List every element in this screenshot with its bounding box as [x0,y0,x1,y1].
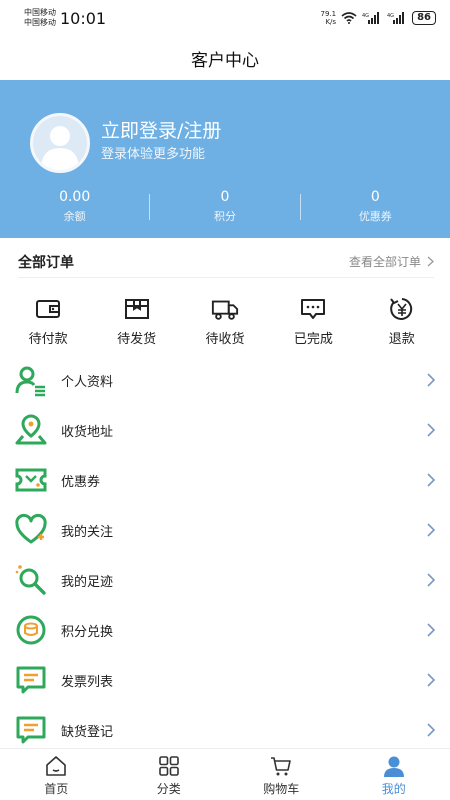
order-pending-receipt[interactable]: 待收货 [185,296,265,348]
tab-label: 分类 [156,782,181,796]
menu-item-points-exchange[interactable]: 积分兑换 [0,605,450,655]
page-title-bar: 客户中心 [0,36,450,80]
orders-header: 全部订单 查看全部订单 [18,248,434,278]
account-stats: 0.00 余额 0 积分 0 优惠券 [0,188,450,228]
menu-label: 个人资料 [61,374,114,390]
signal-icon-2: 4G [387,12,405,24]
heart-icon [15,513,47,544]
menu-label: 发票列表 [61,674,114,690]
tab-label: 我的 [381,782,406,796]
menu-item-footprints[interactable]: 我的足迹 [0,555,450,605]
menu-item-coupons[interactable]: 优惠券 [0,455,450,505]
chevron-right-icon [427,573,436,587]
location-icon [15,414,47,445]
chevron-right-icon [427,723,436,737]
carrier-1: 中国移动 [24,8,56,17]
invoice-icon [16,666,46,694]
signal-icon-1: 4G [362,12,380,24]
view-all-label: 查看全部订单 [348,255,421,269]
chevron-right-icon [427,523,436,537]
menu-list: 个人资料 收货地址 优惠券 我的关注 我的足迹 积分兑换 发票列表 缺货登记 [0,355,450,755]
package-icon [124,299,149,319]
svg-text:4G: 4G [387,13,394,19]
tab-mine[interactable]: 我的 [338,749,450,800]
chevron-right-icon [427,256,434,267]
menu-label: 积分兑换 [61,624,114,640]
orders-title: 全部订单 [18,254,74,271]
order-refund[interactable]: 退款 [362,296,442,348]
chevron-right-icon [427,473,436,487]
order-pending-payment[interactable]: 待付款 [8,296,88,348]
stat-points[interactable]: 0 积分 [150,188,299,228]
stat-label: 余额 [63,210,86,223]
page-title: 客户中心 [191,50,259,71]
tab-category[interactable]: 分类 [113,749,226,800]
menu-item-address[interactable]: 收货地址 [0,405,450,455]
chevron-right-icon [427,423,436,437]
menu-label: 优惠券 [61,474,101,490]
menu-label: 缺货登记 [61,724,114,740]
stat-balance[interactable]: 0.00 余额 [0,188,149,228]
profile-icon [15,366,45,397]
order-pending-shipment[interactable]: 待发货 [97,296,177,348]
order-label: 已完成 [293,332,333,347]
stat-label: 优惠券 [358,210,392,223]
stat-value: 0.00 [59,189,91,205]
login-register-link[interactable]: 立即登录/注册 [101,116,221,143]
default-avatar-icon [41,126,79,170]
bottom-tab-bar: 首页 分类 购物车 我的 [0,748,450,800]
chat-complete-icon [301,299,326,319]
profile-header: 立即登录/注册 登录体验更多功能 0.00 余额 0 积分 0 优惠券 [0,80,450,238]
order-label: 待发货 [117,332,157,347]
truck-icon [211,300,239,320]
menu-label: 我的关注 [61,524,114,540]
coupon-icon [15,468,47,492]
tab-label: 首页 [44,782,69,796]
order-label: 待收货 [205,332,245,347]
menu-item-invoices[interactable]: 发票列表 [0,655,450,705]
stat-value: 0 [220,189,230,205]
status-bar: 中国移动 中国移动 10:01 79.1 K/s 4G 4G 86 [0,0,450,36]
chevron-right-icon [427,673,436,687]
order-label: 待付款 [28,332,68,347]
tab-cart[interactable]: 购物车 [225,749,338,800]
footprint-icon [15,565,46,595]
speed-unit: K/s [325,18,337,26]
order-status-row: 待付款 待发货 待收货 已完成 退款 [0,296,450,348]
cart-icon [271,757,292,776]
login-subtitle: 登录体验更多功能 [101,147,206,162]
network-speed: 79.1 K/s [320,10,336,26]
menu-label: 收货地址 [61,424,114,440]
carrier-2: 中国移动 [24,18,56,27]
tab-label: 购物车 [263,782,300,796]
tab-home[interactable]: 首页 [0,749,113,800]
stockout-register-icon [16,716,46,744]
svg-text:4G: 4G [362,13,369,19]
stat-coupons[interactable]: 0 优惠券 [301,188,450,228]
order-completed[interactable]: 已完成 [273,296,353,348]
order-label: 退款 [388,332,415,347]
menu-item-profile[interactable]: 个人资料 [0,355,450,405]
clock: 10:01 [60,8,107,28]
status-indicators: 79.1 K/s 4G 4G 86 [320,10,436,26]
speed-value: 79.1 [320,10,337,18]
stat-label: 积分 [213,210,236,223]
menu-item-following[interactable]: 我的关注 [0,505,450,555]
carrier-info: 中国移动 中国移动 [24,8,56,28]
chevron-right-icon [427,623,436,637]
points-exchange-icon [16,615,46,645]
refund-yen-icon [389,298,412,320]
wifi-icon [341,12,357,24]
home-icon [46,756,67,776]
chevron-right-icon [427,373,436,387]
avatar[interactable] [30,113,90,173]
user-icon [383,756,404,777]
wallet-icon [36,300,61,318]
stat-value: 0 [370,189,380,205]
category-grid-icon [158,756,179,776]
view-all-orders-link[interactable]: 查看全部订单 [349,253,434,270]
battery-indicator: 86 [412,11,436,25]
menu-label: 我的足迹 [61,574,114,590]
